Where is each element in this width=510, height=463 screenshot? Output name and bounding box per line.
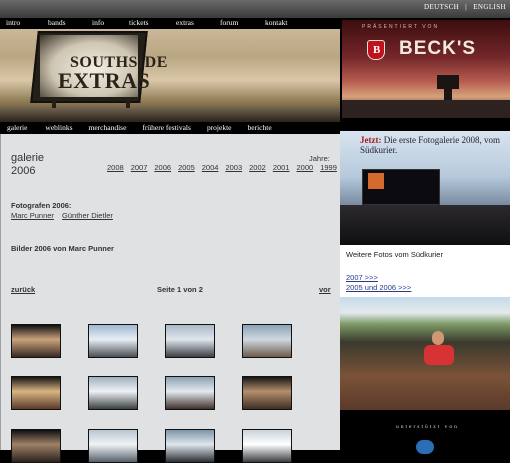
more-photos-2007-link[interactable]: 2007 >>> [346, 273, 378, 282]
gallery-thumbnail[interactable] [242, 429, 292, 463]
sponsor-presents-text: PRÄSENTIERT VON [362, 24, 440, 30]
top-bar: Deutsch | English [0, 0, 510, 18]
promo-crowd [340, 205, 510, 245]
promo-photo-banner[interactable]: Jetzt: Die erste Fotogalerie 2008, vom S… [340, 131, 510, 245]
sponsor-banner[interactable]: PRÄSENTIERT VON B BECK'S [342, 20, 510, 118]
nav-bands[interactable]: bands [42, 18, 84, 29]
nav-kontakt[interactable]: kontakt [251, 18, 301, 29]
year-links: 2008 2007 2006 2005 2004 2003 2002 2001 … [107, 163, 344, 172]
crowd-surfer-head [432, 331, 444, 345]
gallery-thumbnail[interactable] [165, 376, 215, 410]
subnav-projekte[interactable]: projekte [195, 122, 236, 134]
year-link-2007[interactable]: 2007 [131, 163, 148, 172]
gallery-content: galerie 2006 Jahre: 2008 2007 2006 2005 … [0, 134, 340, 463]
main-navigation: intro bands info tickets extras forum ko… [0, 18, 340, 29]
subnav-merchandise[interactable]: merchandise [77, 122, 131, 134]
photographer-link-marc-punner[interactable]: Marc Punner [11, 211, 54, 220]
banner-horizon [342, 100, 510, 118]
prev-page-link[interactable]: zurück [11, 285, 35, 294]
lang-deutsch-link[interactable]: Deutsch [424, 3, 459, 11]
becks-key-glyph: B [373, 44, 381, 56]
page-title-line1: galerie [11, 152, 45, 164]
language-switcher: Deutsch | English [422, 3, 508, 11]
next-page-link[interactable]: vor [319, 285, 331, 294]
images-by-heading: Bilder 2006 von Marc Punner [11, 244, 114, 253]
column-gap [340, 118, 510, 131]
year-link-2004[interactable]: 2004 [202, 163, 219, 172]
supporter-logo-icon[interactable] [416, 440, 434, 454]
nav-info[interactable]: info [84, 18, 123, 29]
year-link-2000[interactable]: 2000 [297, 163, 314, 172]
gallery-thumbnail[interactable] [242, 376, 292, 410]
year-link-2001[interactable]: 2001 [273, 163, 290, 172]
more-photos-box: Weitere Fotos vom Südkurier 2007 >>> 200… [340, 245, 510, 297]
year-link-2006[interactable]: 2006 [154, 163, 171, 172]
gallery-thumbnail[interactable] [88, 429, 138, 463]
gallery-thumbnail[interactable] [242, 324, 292, 358]
subnav-galerie[interactable]: galerie [0, 122, 31, 134]
lang-english-link[interactable]: English [473, 3, 506, 11]
years-label: Jahre: [309, 154, 330, 163]
supported-by-text: unterstützt von [396, 424, 459, 430]
page-total: 2 [198, 285, 203, 294]
gallery-thumbnail[interactable] [88, 376, 138, 410]
more-photos-2005-2006-link[interactable]: 2005 und 2006 >>> [346, 283, 411, 292]
page-prefix: Seite [157, 285, 175, 294]
nav-intro[interactable]: intro [0, 18, 42, 29]
page-title-year: 2006 [11, 165, 36, 177]
year-link-2005[interactable]: 2005 [178, 163, 195, 172]
gallery-thumbnail[interactable] [11, 324, 61, 358]
gallery-thumbnail[interactable] [88, 324, 138, 358]
header-banner: SOUTHSIDE EXTRAS [0, 29, 340, 122]
page-title: galerie 2006 [11, 152, 44, 178]
promo-text: Die erste Fotogalerie 2008, vom Südkurie… [360, 135, 500, 155]
page-of: von [183, 285, 197, 294]
more-photos-title: Weitere Fotos vom Südkurier [346, 250, 443, 259]
year-link-2002[interactable]: 2002 [249, 163, 266, 172]
year-link-1999[interactable]: 1999 [320, 163, 337, 172]
becks-key-logo-icon: B [367, 40, 385, 60]
gallery-thumbnail[interactable] [165, 429, 215, 463]
gallery-thumbnail[interactable] [11, 429, 61, 463]
sub-navigation: galerie weblinks merchandise frühere fes… [0, 122, 340, 134]
gallery-thumbnail[interactable] [165, 324, 215, 358]
photographer-link-guenther-dietler[interactable]: Günther Dietler [62, 211, 113, 220]
sign-text-extras: EXTRAS [58, 68, 151, 93]
subnav-weblinks[interactable]: weblinks [31, 122, 76, 134]
year-link-2008[interactable]: 2008 [107, 163, 124, 172]
promo-headline: Jetzt: Die erste Fotogalerie 2008, vom S… [360, 135, 506, 155]
photographer-links: Marc Punner Günther Dietler [11, 211, 119, 220]
crowd-surfer-shirt [424, 345, 454, 365]
nav-extras[interactable]: extras [166, 18, 208, 29]
lang-separator: | [465, 3, 468, 11]
subnav-berichte[interactable]: berichte [236, 122, 276, 134]
sponsor-brand: BECK'S [399, 38, 477, 59]
crowd-surfer-photo [340, 297, 510, 410]
promo-stage-screen [368, 173, 384, 189]
promo-jetzt: Jetzt: [360, 135, 382, 145]
page-current: 1 [177, 285, 182, 294]
photographers-label: Fotografen 2006: [11, 201, 72, 210]
page-indicator: Seite 1 von 2 [157, 285, 203, 294]
water-tower-tank [437, 75, 459, 89]
gallery-thumbnail[interactable] [11, 376, 61, 410]
nav-tickets[interactable]: tickets [123, 18, 166, 29]
field-ground [0, 108, 340, 122]
year-link-2003[interactable]: 2003 [225, 163, 242, 172]
supporter-box: unterstützt von [340, 410, 510, 454]
subnav-fruehere-festivals[interactable]: frühere festivals [130, 122, 195, 134]
nav-forum[interactable]: forum [208, 18, 251, 29]
